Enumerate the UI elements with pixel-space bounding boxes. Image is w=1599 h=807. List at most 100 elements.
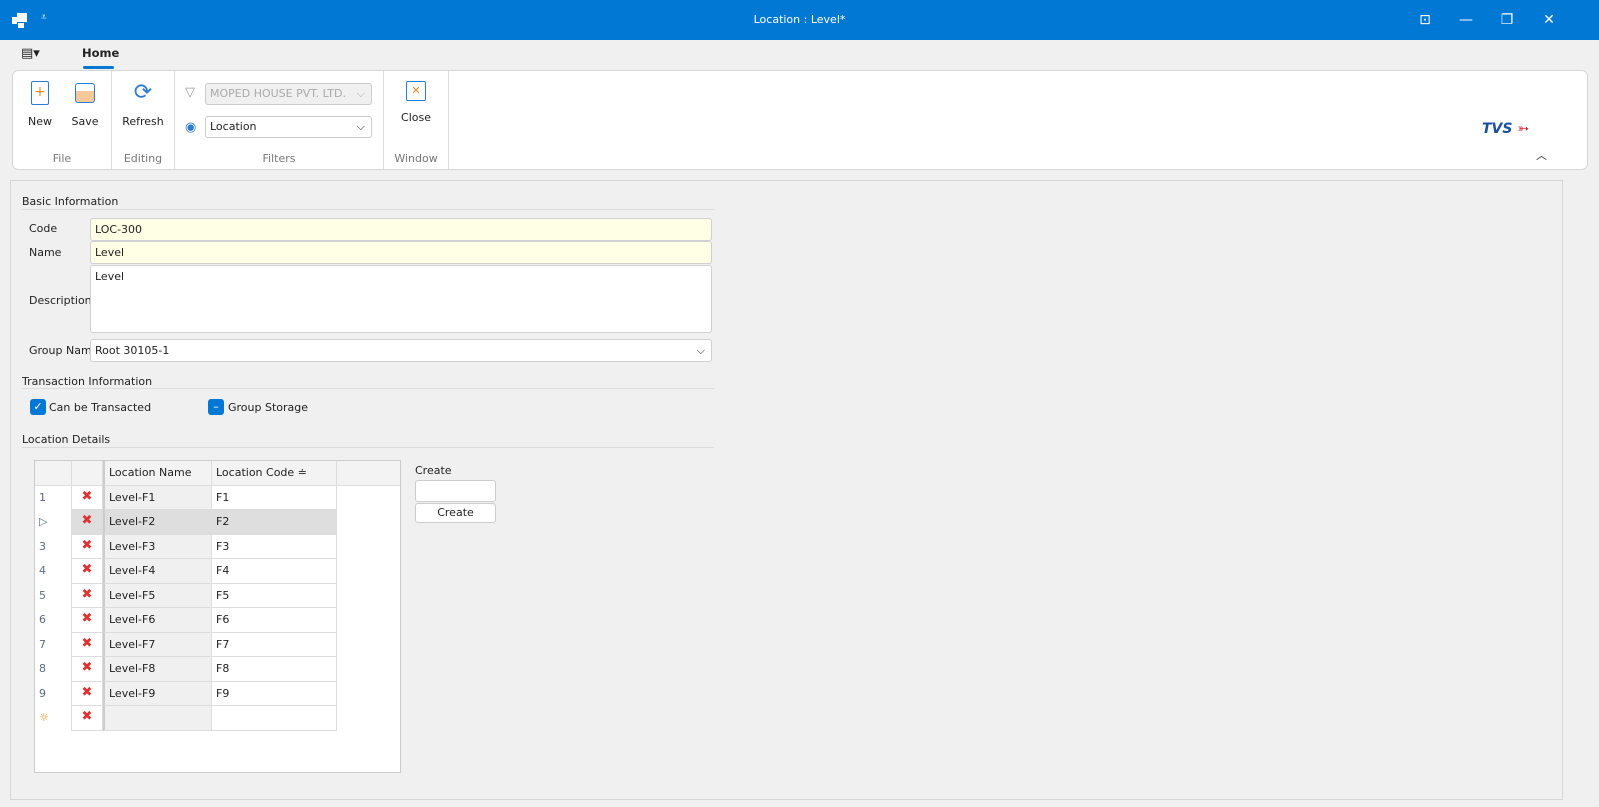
restore-button[interactable]: ❐ bbox=[1497, 10, 1517, 30]
location-name-cell[interactable]: Level-F9 bbox=[103, 681, 212, 706]
location-name-cell[interactable]: Level-F2 bbox=[103, 510, 212, 535]
table-row[interactable]: 7 ✖ Level-F7 F7 bbox=[35, 632, 337, 657]
refresh-icon: ⟳ bbox=[133, 80, 153, 105]
can-be-transacted-label: Can be Transacted bbox=[49, 401, 152, 414]
can-be-transacted-checkbox[interactable]: ✓ bbox=[30, 399, 46, 415]
new-row[interactable]: ☼ ✖ bbox=[35, 706, 337, 731]
location-code-cell[interactable]: F9 bbox=[212, 681, 337, 706]
create-count-input[interactable] bbox=[415, 480, 496, 502]
location-code-cell[interactable] bbox=[212, 706, 337, 731]
close-window-button[interactable]: ✕ bbox=[1539, 10, 1559, 30]
table-row[interactable]: ▷ ✖ Level-F2 F2 bbox=[35, 510, 337, 535]
delete-row-icon[interactable]: ✖ bbox=[72, 485, 103, 510]
collapse-ribbon-icon[interactable]: ︿ bbox=[1536, 147, 1547, 163]
window-group: ✕ Close Window bbox=[384, 71, 449, 169]
location-code-cell[interactable]: F4 bbox=[212, 559, 337, 584]
location-name-cell[interactable]: Level-F3 bbox=[103, 534, 212, 559]
app-menu-icon[interactable]: ▤▾ bbox=[21, 46, 40, 61]
delete-row-icon[interactable]: ✖ bbox=[72, 681, 103, 706]
filter-icon: ▽ bbox=[185, 85, 195, 100]
table-row[interactable]: 3 ✖ Level-F3 F3 bbox=[35, 534, 337, 559]
refresh-button[interactable]: ⟳ Refresh bbox=[118, 80, 168, 129]
company-select: MOPED HOUSE PVT. LTD. ⌵ bbox=[205, 83, 372, 105]
divider bbox=[22, 447, 714, 448]
create-label: Create bbox=[415, 464, 452, 477]
code-label: Code bbox=[29, 222, 58, 235]
delete-row-icon[interactable]: ✖ bbox=[72, 632, 103, 657]
code-input[interactable]: LOC-300 bbox=[90, 218, 712, 241]
save-icon bbox=[75, 83, 95, 103]
location-code-cell[interactable]: F8 bbox=[212, 657, 337, 682]
new-file-icon: + bbox=[31, 81, 49, 105]
delete-row-icon[interactable]: ✖ bbox=[72, 534, 103, 559]
title-bar: ⩡ Location : Level* ⊡ — ❐ ✕ bbox=[0, 0, 1599, 40]
file-group: + New Save File bbox=[13, 71, 112, 169]
delete-row-icon[interactable]: ✖ bbox=[72, 583, 103, 608]
tvs-logo: TVS ➳ bbox=[1482, 121, 1530, 137]
location-grid: Location Name Location Code ≐ 1 ✖ Level-… bbox=[34, 460, 401, 773]
ribbon: + New Save File ⟳ Refresh Editing ▽ MOPE… bbox=[12, 70, 1588, 170]
name-label: Name bbox=[29, 246, 62, 259]
table-row[interactable]: 9 ✖ Level-F9 F9 bbox=[35, 681, 337, 706]
close-button[interactable]: ✕ Close bbox=[394, 81, 438, 124]
filters-group: ▽ MOPED HOUSE PVT. LTD. ⌵ ◉ Location ⌵ Fil… bbox=[175, 71, 384, 169]
minimize-button[interactable]: — bbox=[1456, 10, 1476, 30]
create-button[interactable]: Create bbox=[415, 503, 496, 523]
divider bbox=[22, 209, 714, 210]
row-indicator: 5 bbox=[35, 583, 72, 608]
location-name-cell[interactable] bbox=[103, 706, 212, 731]
tab-home-indicator bbox=[83, 66, 114, 69]
group-name-select[interactable]: Root 30105-1 ⌵ bbox=[90, 339, 712, 362]
location-code-cell[interactable]: F6 bbox=[212, 608, 337, 633]
row-indicator: ▷ bbox=[35, 510, 72, 535]
sort-icon: ≐ bbox=[297, 466, 307, 479]
delete-row-icon[interactable]: ✖ bbox=[72, 559, 103, 584]
location-name-cell[interactable]: Level-F6 bbox=[103, 608, 212, 633]
location-code-cell[interactable]: F7 bbox=[212, 632, 337, 657]
location-name-cell[interactable]: Level-F7 bbox=[103, 632, 212, 657]
name-input[interactable]: Level bbox=[90, 241, 712, 264]
chevron-down-icon: ⌵ bbox=[696, 344, 705, 357]
row-indicator: 3 bbox=[35, 534, 72, 559]
location-name-cell[interactable]: Level-F5 bbox=[103, 583, 212, 608]
location-code-cell[interactable]: F3 bbox=[212, 534, 337, 559]
location-name-cell[interactable]: Level-F8 bbox=[103, 657, 212, 682]
row-indicator: 1 bbox=[35, 485, 72, 510]
row-indicator: 8 bbox=[35, 657, 72, 682]
save-button[interactable]: Save bbox=[68, 81, 102, 128]
delete-row-icon[interactable]: ✖ bbox=[72, 510, 103, 535]
location-code-cell[interactable]: F5 bbox=[212, 583, 337, 608]
view-icon: ◉ bbox=[185, 120, 197, 135]
location-code-cell[interactable]: F1 bbox=[212, 485, 337, 510]
group-storage-checkbox[interactable]: – bbox=[208, 399, 224, 415]
tab-home[interactable]: Home bbox=[82, 46, 119, 60]
column-header-location-code[interactable]: Location Code ≐ bbox=[212, 461, 337, 486]
group-name-label: Group Name bbox=[29, 344, 99, 357]
description-label: Description bbox=[29, 294, 92, 307]
divider bbox=[22, 388, 714, 389]
view-select[interactable]: Location ⌵ bbox=[205, 116, 372, 138]
group-storage-label: Group Storage bbox=[228, 401, 309, 414]
basic-info-heading: Basic Information bbox=[22, 195, 119, 208]
location-details-heading: Location Details bbox=[22, 433, 111, 446]
location-name-cell[interactable]: Level-F1 bbox=[103, 485, 212, 510]
delete-row-icon[interactable]: ✖ bbox=[72, 657, 103, 682]
table-row[interactable]: 8 ✖ Level-F8 F8 bbox=[35, 657, 337, 682]
location-name-cell[interactable]: Level-F4 bbox=[103, 559, 212, 584]
table-row[interactable]: 4 ✖ Level-F4 F4 bbox=[35, 559, 337, 584]
new-button[interactable]: + New bbox=[23, 81, 57, 128]
description-input[interactable]: Level bbox=[90, 265, 712, 333]
table-row[interactable]: 6 ✖ Level-F6 F6 bbox=[35, 608, 337, 633]
table-row[interactable]: 1 ✖ Level-F1 F1 bbox=[35, 485, 337, 510]
row-indicator: 7 bbox=[35, 632, 72, 657]
window-title: Location : Level* bbox=[753, 13, 846, 26]
editing-group: ⟳ Refresh Editing bbox=[112, 71, 175, 169]
row-indicator: 9 bbox=[35, 681, 72, 706]
column-header-location-name[interactable]: Location Name bbox=[103, 461, 212, 486]
delete-row-icon[interactable]: ✖ bbox=[72, 608, 103, 633]
table-row[interactable]: 5 ✖ Level-F5 F5 bbox=[35, 583, 337, 608]
delete-row-icon[interactable]: ✖ bbox=[72, 706, 103, 731]
ribbon-display-icon[interactable]: ⊡ bbox=[1415, 10, 1435, 30]
location-code-cell[interactable]: F2 bbox=[212, 510, 337, 535]
transaction-info-heading: Transaction Information bbox=[22, 375, 153, 388]
